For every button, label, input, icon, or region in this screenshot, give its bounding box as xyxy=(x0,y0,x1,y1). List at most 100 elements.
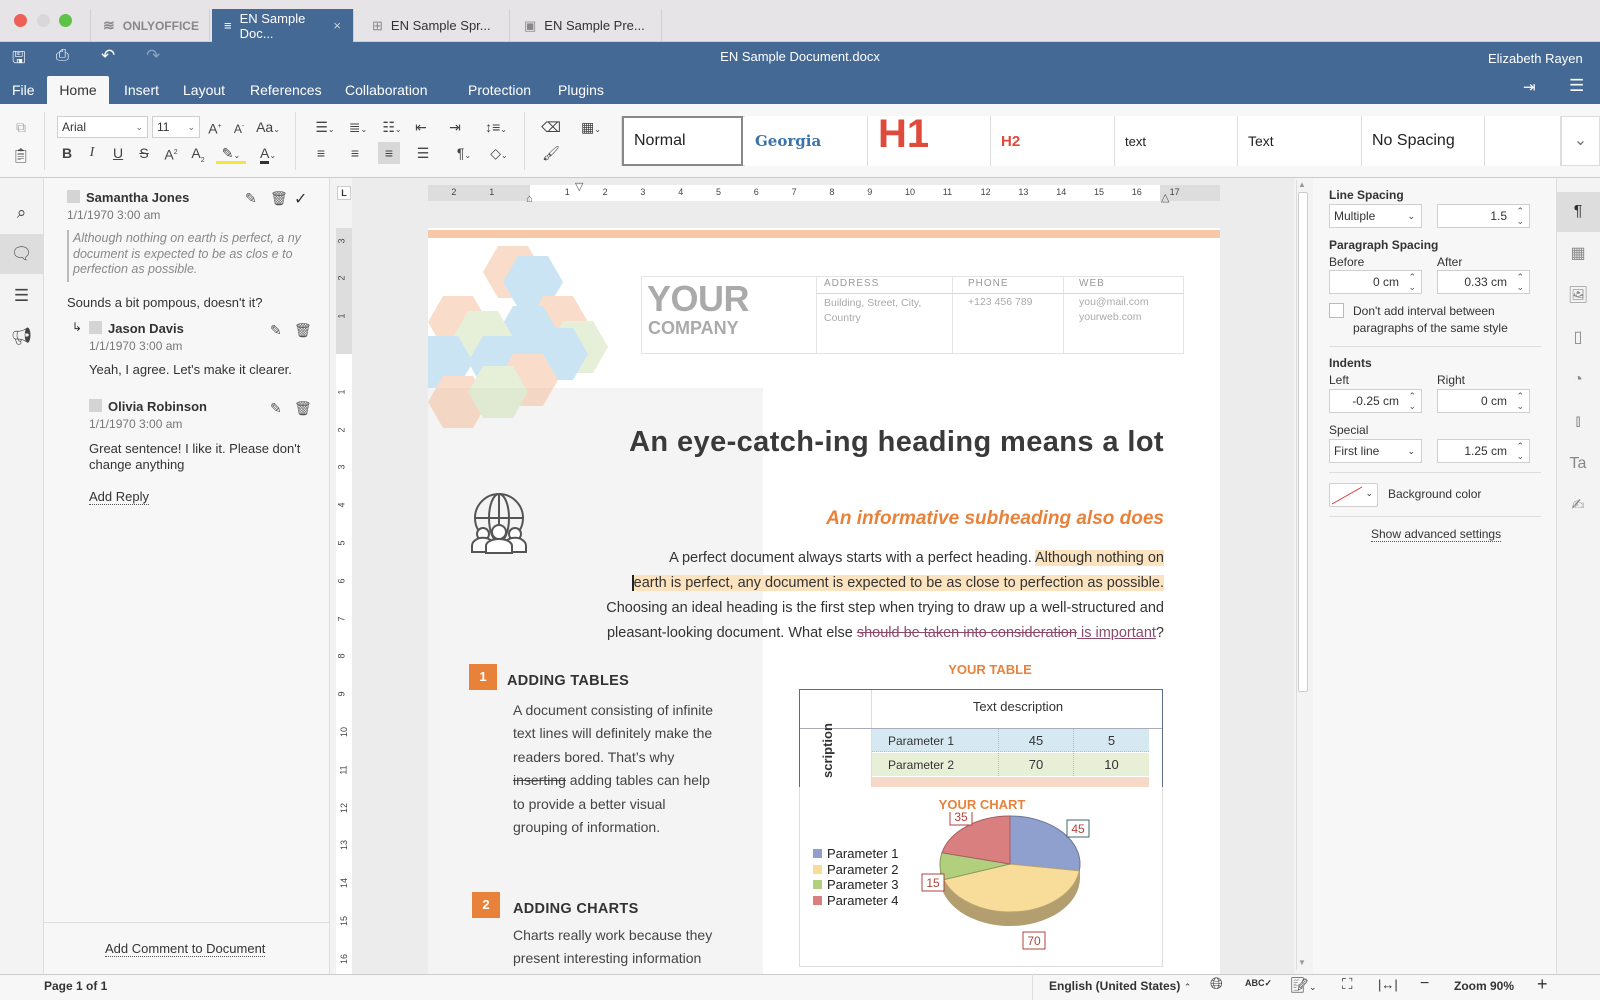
spinner-arrows-icon[interactable]: ⌃ ⌄ xyxy=(1516,391,1524,411)
image-settings-icon[interactable]: 🖼︎ xyxy=(1556,276,1600,316)
right-indent-marker[interactable]: △ xyxy=(1161,191,1169,204)
scrollbar-thumb[interactable] xyxy=(1298,192,1308,692)
style-georgia[interactable]: Georgia xyxy=(745,116,868,166)
style-text[interactable]: Text xyxy=(1238,116,1362,166)
page-indicator[interactable]: Page 1 of 1 xyxy=(44,979,107,993)
comments-icon[interactable]: 🗨︎ xyxy=(0,234,43,274)
superscript-icon[interactable]: A2 xyxy=(160,142,182,164)
delete-comment-icon[interactable]: 🗑︎ xyxy=(270,190,288,207)
left-indent-marker[interactable]: ⌂ xyxy=(526,193,533,205)
section-body[interactable]: A document consisting of infinite text l… xyxy=(513,699,743,839)
paragraph-line[interactable]: Choosing an ideal heading is the first s… xyxy=(560,600,1164,616)
track-changes-icon[interactable]: 📝︎⌄ xyxy=(1290,976,1317,994)
copy-style-icon[interactable]: 🖌︎ xyxy=(540,142,562,164)
signature-settings-icon[interactable]: ✍︎ xyxy=(1556,486,1600,526)
spacing-before-input[interactable]: 0 cm ⌃ ⌄ xyxy=(1329,270,1422,294)
font-size-select[interactable]: 11 ⌄ xyxy=(152,116,200,138)
align-left-icon[interactable]: ≡ xyxy=(310,142,332,164)
bold-icon[interactable]: B xyxy=(56,142,78,164)
paragraph-shading-icon[interactable]: ◇⌄ xyxy=(484,142,514,164)
color-scheme-icon[interactable]: ▦⌄ xyxy=(576,116,606,138)
style-h1[interactable]: H1 xyxy=(868,114,991,166)
expand-styles-icon[interactable]: ⌄ xyxy=(1561,116,1600,166)
commented-text[interactable]: Although nothing on xyxy=(1035,550,1164,566)
menu-references[interactable]: References xyxy=(238,76,334,104)
left-indent-input[interactable]: -0.25 cm ⌃ ⌄ xyxy=(1329,389,1422,413)
zoom-in-icon[interactable]: + xyxy=(1537,974,1548,995)
align-center-icon[interactable]: ≡ xyxy=(344,142,366,164)
first-line-indent-marker[interactable]: ▽ xyxy=(575,180,583,193)
menu-collaboration[interactable]: Collaboration xyxy=(333,76,440,104)
commented-text[interactable]: earth is perfect, any document is expect… xyxy=(633,575,1164,591)
resolve-comment-icon[interactable]: ✓ xyxy=(294,189,307,209)
show-advanced-settings-link[interactable]: Show advanced settings xyxy=(1371,527,1502,542)
highlight-color-icon[interactable]: ✎⌄ xyxy=(216,142,246,164)
tab-presentation[interactable]: ▣ EN Sample Pre... xyxy=(512,9,662,42)
italic-icon[interactable]: I xyxy=(81,142,103,164)
style-text-lower[interactable]: text xyxy=(1115,116,1238,166)
decrease-font-icon[interactable]: A- xyxy=(228,116,250,138)
reply-checkbox[interactable] xyxy=(89,321,102,334)
paste-icon[interactable]: 📋︎ xyxy=(10,144,32,166)
menu-plugins[interactable]: Plugins xyxy=(546,76,616,104)
right-indent-input[interactable]: 0 cm ⌃ ⌄ xyxy=(1437,389,1530,413)
dont-add-interval-checkbox[interactable] xyxy=(1329,303,1344,318)
special-indent-value-input[interactable]: 1.25 cm ⌃ ⌄ xyxy=(1437,439,1530,463)
spinner-arrows-icon[interactable]: ⌃ ⌄ xyxy=(1516,272,1524,292)
increase-font-icon[interactable]: A+ xyxy=(204,116,226,138)
paragraph-line[interactable]: earth is perfect, any document is expect… xyxy=(560,575,1164,591)
line-spacing-value-input[interactable]: 1.5 ⌃ ⌄ xyxy=(1437,204,1530,228)
menu-protection[interactable]: Protection xyxy=(456,76,543,104)
menu-insert[interactable]: Insert xyxy=(112,76,171,104)
navigation-icon[interactable]: ☰ xyxy=(0,276,43,316)
fit-page-icon[interactable]: ⛶ xyxy=(1342,976,1353,993)
change-case-icon[interactable]: Aa⌄ xyxy=(253,116,283,138)
spinner-arrows-icon[interactable]: ⌃ ⌄ xyxy=(1408,272,1416,292)
close-window-button[interactable] xyxy=(14,14,27,27)
multilevel-list-icon[interactable]: ☷⌄ xyxy=(377,116,407,138)
justify-icon[interactable]: ☰ xyxy=(412,142,434,164)
paragraph-line[interactable]: pleasant-looking document. What else sho… xyxy=(560,625,1164,641)
reply-checkbox[interactable] xyxy=(89,399,102,412)
spell-check-icon[interactable]: ABC✓ xyxy=(1245,978,1272,989)
text-art-settings-icon[interactable]: Ta xyxy=(1556,444,1600,484)
subscript-icon[interactable]: A2 xyxy=(187,142,209,164)
style-empty[interactable] xyxy=(1485,116,1561,166)
special-indent-select[interactable]: First line ⌄ xyxy=(1329,439,1422,463)
tracked-deletion[interactable]: inserting xyxy=(513,772,566,788)
increase-indent-icon[interactable]: ⇥ xyxy=(444,116,466,138)
spinner-arrows-icon[interactable]: ⌃ ⌄ xyxy=(1408,391,1416,411)
spacing-after-input[interactable]: 0.33 cm ⌃ ⌄ xyxy=(1437,270,1530,294)
document-heading[interactable]: An eye-catch-ing heading means a lot xyxy=(560,426,1164,459)
language-select[interactable]: English (United States) ⌃ xyxy=(1049,979,1191,993)
line-spacing-icon[interactable]: ↕≡⌄ xyxy=(480,116,512,138)
style-h2[interactable]: H2 xyxy=(991,116,1115,166)
zoom-out-icon[interactable]: − xyxy=(1420,975,1429,993)
tracked-insertion[interactable]: is important xyxy=(1077,625,1156,641)
section-body[interactable]: Charts really work because they present … xyxy=(513,924,743,971)
data-table[interactable]: Text description scription Parameter 1 4… xyxy=(799,689,1163,787)
clear-style-icon[interactable]: ⌫ xyxy=(540,116,562,138)
header-footer-settings-icon[interactable]: ▯ xyxy=(1556,318,1600,358)
comment-checkbox[interactable] xyxy=(67,190,80,203)
tab-document[interactable]: ≡ EN Sample Doc... × xyxy=(212,9,354,42)
add-comment-to-document-link[interactable]: Add Comment to Document xyxy=(105,941,266,957)
open-file-location-icon[interactable]: ⇥ xyxy=(1523,78,1536,96)
strikethrough-icon[interactable]: S xyxy=(133,142,155,164)
table-row[interactable]: Parameter 1 45 5 xyxy=(872,729,1149,752)
menu-home[interactable]: Home xyxy=(47,76,109,104)
scroll-up-icon[interactable]: ▲ xyxy=(1298,180,1306,189)
tab-spreadsheet[interactable]: ⊞ EN Sample Spr... xyxy=(360,9,510,42)
numbered-list-icon[interactable]: ≣⌄ xyxy=(343,116,373,138)
section-title[interactable]: ADDING CHARTS xyxy=(513,901,639,917)
style-no-spacing[interactable]: No Spacing xyxy=(1362,116,1485,166)
minimize-window-button[interactable] xyxy=(37,14,50,27)
edit-reply-icon[interactable]: ✎ xyxy=(270,400,282,417)
font-color-icon[interactable]: A⌄ xyxy=(253,142,283,164)
search-icon[interactable]: ⌕ xyxy=(0,193,43,233)
font-name-select[interactable]: Arial ⌄ xyxy=(57,116,148,138)
spinner-arrows-icon[interactable]: ⌃ ⌄ xyxy=(1516,441,1524,461)
align-right-icon[interactable]: ≡ xyxy=(378,142,400,164)
tracked-deletion[interactable]: should be taken into consideration xyxy=(857,625,1077,641)
tab-stop-selector[interactable]: L xyxy=(337,186,351,200)
